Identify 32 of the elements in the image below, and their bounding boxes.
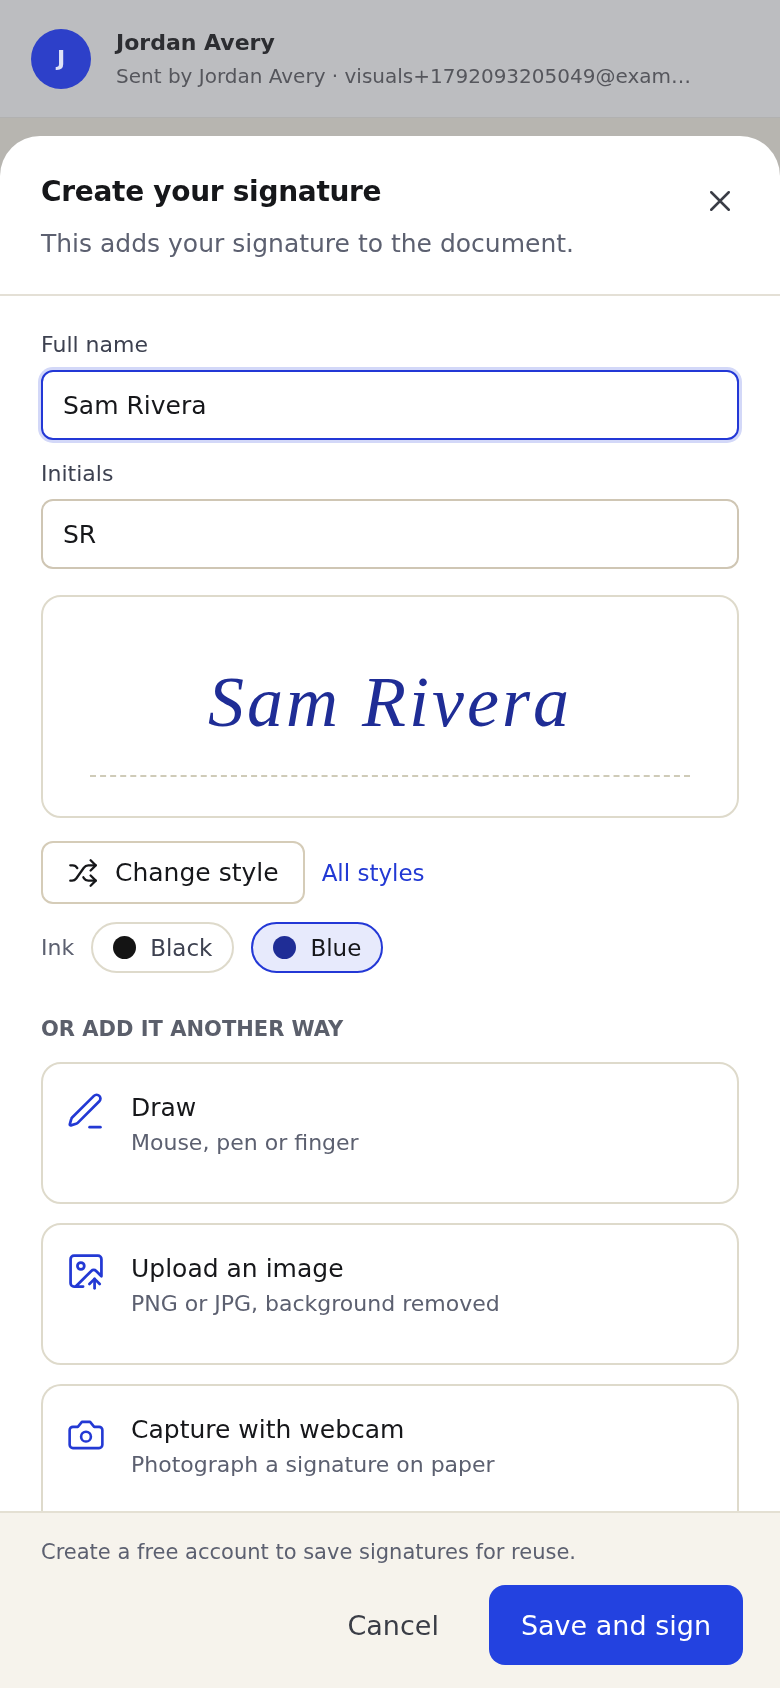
sender-detail: Sent by Jordan Avery · visuals+1792093205049@exam… bbox=[116, 62, 691, 89]
option-description: Mouse, pen or finger bbox=[131, 1129, 359, 1157]
text-button[interactable]: Cancel bbox=[323, 1585, 463, 1665]
option-card[interactable]: Draw Mouse, pen or finger bbox=[41, 1062, 739, 1204]
text-input-field[interactable]: SR bbox=[41, 499, 739, 569]
field-label: Initials bbox=[41, 460, 115, 488]
pen-icon bbox=[68, 1093, 104, 1129]
option-title: Capture with webcam bbox=[131, 1414, 406, 1446]
ink-label: Ink bbox=[41, 935, 75, 960]
image-upload-icon bbox=[68, 1254, 104, 1290]
option-card[interactable]: Upload an image PNG or JPG, background removed bbox=[41, 1223, 739, 1365]
signature-text: Sam Rivera bbox=[208, 665, 572, 739]
text-input-field[interactable]: Sam Rivera bbox=[41, 370, 739, 440]
option-title: Upload an image bbox=[131, 1253, 345, 1285]
primary-button[interactable]: Save and sign bbox=[488, 1585, 743, 1665]
camera-icon bbox=[68, 1420, 104, 1450]
section-heading: OR ADD IT ANOTHER WAY bbox=[41, 1016, 345, 1043]
all-styles-link[interactable]: All styles bbox=[321, 859, 425, 886]
change-style-button[interactable]: Change style bbox=[41, 841, 305, 904]
field-label: Full name bbox=[41, 331, 149, 359]
ink-option[interactable]: Black bbox=[91, 922, 235, 973]
dialog-subtitle: This adds your signature to the document. bbox=[41, 228, 576, 260]
dialog-title: Create your signature bbox=[41, 175, 382, 209]
option-title: Draw bbox=[131, 1092, 198, 1124]
sender-name: Jordan Avery bbox=[116, 28, 276, 57]
shuffle-icon bbox=[68, 858, 98, 887]
ink-option[interactable]: Blue bbox=[251, 922, 384, 973]
option-description: PNG or JPG, background removed bbox=[131, 1290, 500, 1318]
option-description: Photograph a signature on paper bbox=[131, 1451, 495, 1479]
avatar: J bbox=[31, 28, 91, 89]
close-icon[interactable] bbox=[710, 191, 730, 211]
footer-note: Create a free account to save signatures for reuse. bbox=[41, 1539, 578, 1565]
